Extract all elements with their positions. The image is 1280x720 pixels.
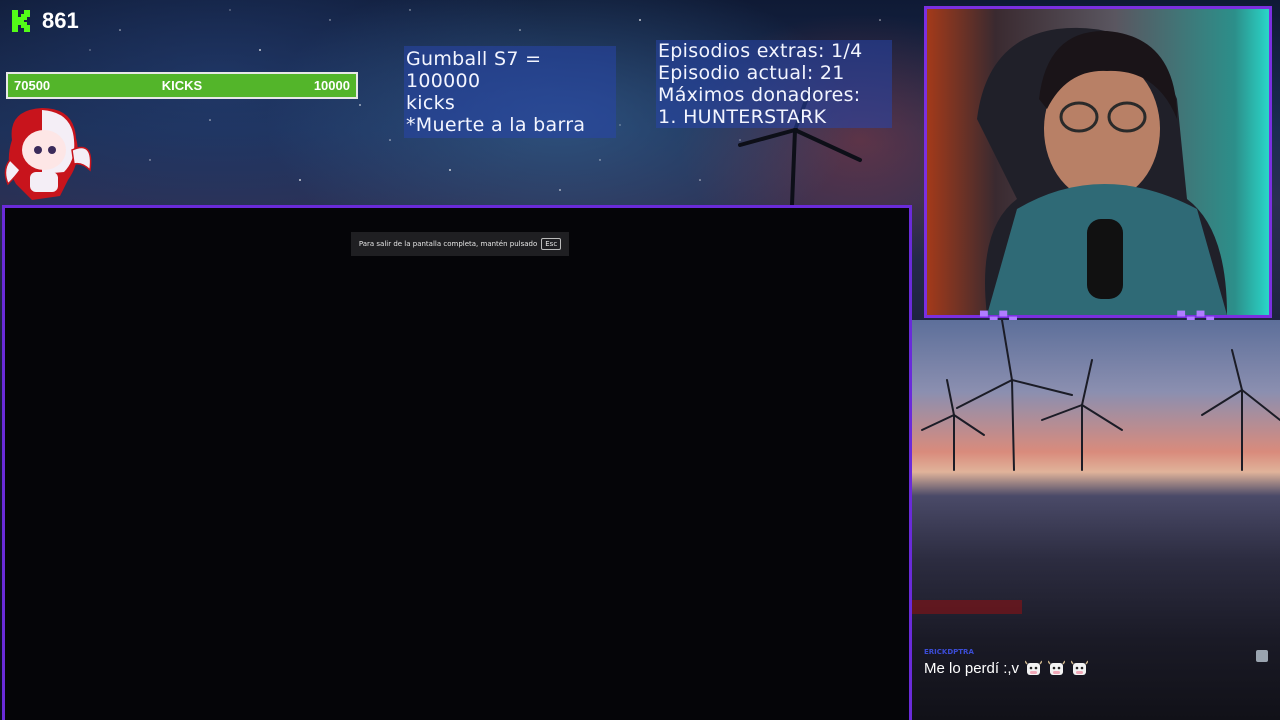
episode-info-line: Máximos donadores: [658, 84, 861, 106]
cow-emote-icon [1071, 660, 1089, 675]
goal-left-value: 70500 [14, 78, 51, 93]
episode-info-panel: Episodios extras: 1/4 Episodio actual: 2… [656, 40, 892, 128]
mascot-character-icon [4, 108, 92, 200]
goal-info-line: Gumball S7 = 100000 [406, 48, 542, 92]
fullscreen-toast-text: Para salir de la pantalla completa, mant… [358, 240, 538, 248]
goal-info-line: kicks [406, 92, 456, 114]
webcam-feed [924, 6, 1272, 318]
esc-key-hint: Esc [541, 238, 562, 250]
goal-label: KICKS [161, 78, 203, 93]
kick-logo-icon [12, 10, 30, 32]
goal-right-value: 10000 [313, 78, 350, 93]
cow-emote-icon [1025, 660, 1043, 675]
cow-emote-icon [1048, 660, 1066, 675]
fullscreen-exit-toast: Para salir de la pantalla completa, mant… [351, 232, 569, 256]
episode-info-line: Episodios extras: 1/4 [658, 40, 863, 62]
kicks-goal-bar: 70500 KICKS 10000 [6, 72, 358, 99]
episode-info-line: 1. HUNTERSTARK [658, 106, 827, 128]
goal-info-line: *Muerte a la barra [406, 114, 586, 136]
follower-count: 861 [42, 8, 79, 33]
chat-username[interactable]: ERICKDPTRA [924, 648, 1274, 660]
episode-info-line: Episodio actual: 21 [658, 62, 845, 84]
streamer-silhouette-icon [977, 27, 1227, 315]
video-player[interactable]: Para salir de la pantalla completa, mant… [2, 205, 912, 720]
chat-message: ERICKDPTRA Me lo perdí :,v [924, 648, 1274, 692]
expand-icon[interactable] [1256, 650, 1268, 662]
goal-info-panel: Gumball S7 = 100000 kicks *Muerte a la b… [404, 46, 616, 138]
kick-follower-counter: 861 [10, 8, 79, 34]
chat-message-text: Me lo perdí :,v [924, 660, 1020, 677]
